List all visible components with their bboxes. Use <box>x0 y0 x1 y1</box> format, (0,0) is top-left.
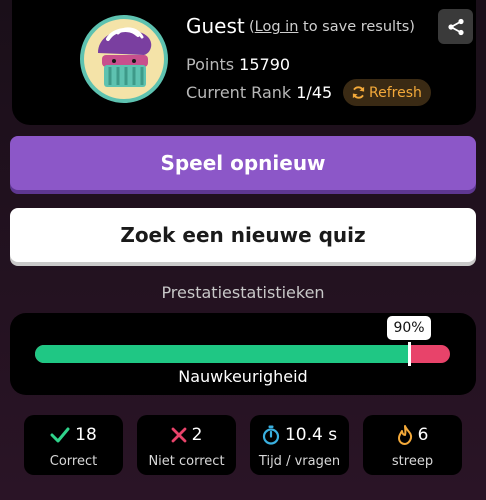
accuracy-marker <box>408 342 411 366</box>
stat-time: 10.4 s Tijd / vragen <box>250 415 349 475</box>
login-link[interactable]: Log in <box>255 19 299 35</box>
stat-incorrect: 2 Niet correct <box>137 415 236 475</box>
share-button[interactable] <box>438 9 473 44</box>
user-name: Guest <box>186 14 245 38</box>
share-icon <box>447 18 464 35</box>
stat-time-label: Tijd / vragen <box>258 454 341 469</box>
rank-row: Current Rank 1/45 <box>186 83 332 102</box>
points-value: 15790 <box>239 55 291 74</box>
avatar <box>80 15 168 103</box>
stat-streak-label: streep <box>391 454 434 469</box>
refresh-label: Refresh <box>369 84 422 101</box>
refresh-icon <box>352 86 365 99</box>
stat-correct-value: 18 <box>75 425 97 445</box>
replay-button[interactable]: Speel opnieuw <box>10 136 476 190</box>
stat-correct: 18 Correct <box>24 415 123 475</box>
stat-streak-value: 6 <box>417 425 429 445</box>
accuracy-label: Nauwkeurigheid <box>178 367 308 386</box>
points-row: Points 15790 <box>186 55 290 74</box>
login-hint: (Log in to save results) <box>249 19 415 35</box>
stat-incorrect-value: 2 <box>191 425 203 445</box>
flame-icon <box>397 425 412 445</box>
accuracy-bar <box>35 345 450 363</box>
stat-incorrect-label: Niet correct <box>148 454 225 469</box>
accuracy-bar-fill <box>35 345 409 363</box>
cupcake-avatar-icon <box>98 27 152 87</box>
cross-icon <box>171 427 186 443</box>
new-quiz-button[interactable]: Zoek een nieuwe quiz <box>10 208 476 262</box>
accuracy-card: 90% Nauwkeurigheid <box>10 313 476 395</box>
rank-label: Current Rank <box>186 83 292 102</box>
stat-time-value: 10.4 s <box>284 425 338 445</box>
refresh-button[interactable]: Refresh <box>343 79 431 106</box>
points-label: Points <box>186 55 235 74</box>
rank-value: 1/45 <box>296 83 333 102</box>
login-hint-rest: to save results) <box>298 19 415 35</box>
stat-streak: 6 streep <box>363 415 462 475</box>
checkmark-icon <box>50 427 70 443</box>
stat-correct-label: Correct <box>49 454 98 469</box>
accuracy-percent: 90% <box>387 316 431 340</box>
performance-title: Prestatiestatistieken <box>161 283 325 302</box>
stopwatch-icon <box>262 425 280 445</box>
profile-card: Guest (Log in to save results) Points 15… <box>12 0 476 125</box>
